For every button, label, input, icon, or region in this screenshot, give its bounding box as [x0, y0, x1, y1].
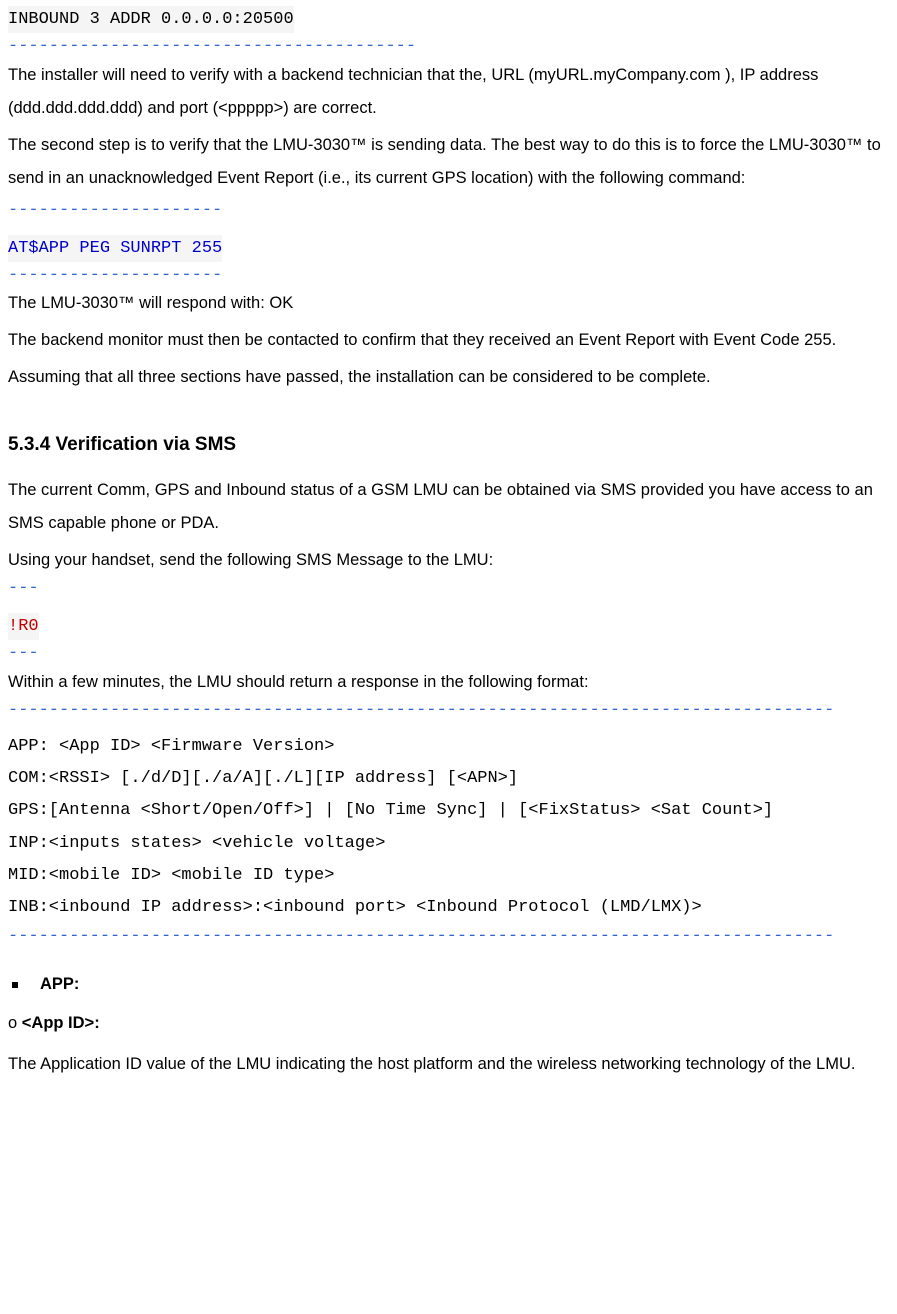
- inbound-code-line: INBOUND 3 ADDR 0.0.0.0:20500: [8, 6, 294, 33]
- response-line-mid: MID:<mobile ID> <mobile ID type>: [8, 866, 334, 885]
- dashed-separator: ----------------------------------------: [8, 35, 889, 59]
- command-sunrpt: AT$APP PEG SUNRPT 255: [8, 235, 222, 262]
- heading-verification-sms: 5.3.4 Verification via SMS: [8, 426, 889, 464]
- response-line-inp: INP:<inputs states> <vehicle voltage>: [8, 834, 385, 853]
- sub-app-id-label: <App ID>:: [22, 1014, 100, 1032]
- paragraph-backend-confirm: The backend monitor must then be contact…: [8, 324, 889, 357]
- paragraph-respond-ok: The LMU-3030™ will respond with: OK: [8, 287, 889, 320]
- sms-command-r0: !R0: [8, 613, 39, 640]
- dashed-separator-long: ----------------------------------------…: [8, 699, 889, 723]
- dashed-separator-long: ----------------------------------------…: [8, 925, 889, 949]
- square-bullet-icon: [12, 982, 18, 988]
- o-marker: o: [8, 1014, 22, 1032]
- paragraph-verify-url: The installer will need to verify with a…: [8, 59, 889, 125]
- bullet-app-label: APP:: [40, 968, 79, 1001]
- response-format-block: APP: <App ID> <Firmware Version> COM:<RS…: [8, 731, 889, 925]
- paragraph-response-intro: Within a few minutes, the LMU should ret…: [8, 666, 889, 699]
- dashed-separator: ---------------------: [8, 264, 889, 288]
- paragraph-app-id-desc: The Application ID value of the LMU indi…: [8, 1048, 889, 1081]
- paragraph-send-sms: Using your handset, send the following S…: [8, 544, 889, 577]
- paragraph-sms-intro: The current Comm, GPS and Inbound status…: [8, 474, 889, 540]
- dashed-separator: ---------------------: [8, 199, 889, 223]
- dashed-separator: ---: [8, 577, 889, 601]
- sub-item-app-id: o <App ID>:: [8, 1007, 889, 1040]
- dashed-separator: ---: [8, 642, 889, 666]
- response-line-app: APP: <App ID> <Firmware Version>: [8, 737, 334, 756]
- response-line-inb: INB:<inbound IP address>:<inbound port> …: [8, 898, 702, 917]
- paragraph-complete: Assuming that all three sections have pa…: [8, 361, 889, 394]
- bullet-app: APP:: [8, 968, 889, 1001]
- response-line-com: COM:<RSSI> [./d/D][./a/A][./L][IP addres…: [8, 769, 518, 788]
- paragraph-second-step: The second step is to verify that the LM…: [8, 129, 889, 195]
- response-line-gps: GPS:[Antenna <Short/Open/Off>] | [No Tim…: [8, 801, 773, 820]
